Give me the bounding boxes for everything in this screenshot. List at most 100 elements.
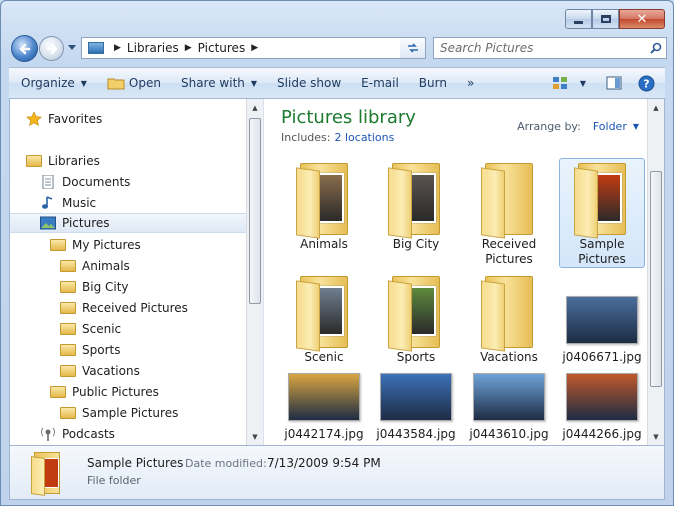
photo-thumbnail-icon (566, 272, 638, 350)
folder-item[interactable]: Big City (373, 159, 459, 252)
email-button[interactable]: E-mail (351, 68, 409, 98)
item-label: Sample Pictures (578, 237, 626, 266)
tree-item-podcasts[interactable]: Podcasts (40, 424, 115, 444)
pictures-icon (40, 216, 56, 230)
pictures-library-icon (88, 42, 104, 54)
folder-item[interactable]: Animals (281, 159, 367, 252)
back-button[interactable] (11, 35, 38, 62)
photo-item[interactable]: j0406671.jpg (559, 272, 645, 365)
burn-label: Burn (418, 76, 447, 90)
burn-button[interactable]: Burn (409, 68, 457, 98)
search-box (433, 37, 667, 59)
close-button[interactable]: ✕ (619, 9, 665, 29)
photo-item[interactable]: j0443610.jpg (466, 371, 552, 442)
search-input[interactable] (434, 41, 646, 55)
folder-item[interactable]: Sports (373, 272, 459, 365)
maximize-icon (600, 15, 611, 23)
folder-front (388, 280, 412, 352)
address-bar[interactable]: ▶ Libraries ▶ Pictures ▶ ▼ (81, 37, 426, 59)
folder-icon (50, 386, 66, 398)
arrange-by[interactable]: Arrange by: Folder ▼ (517, 120, 639, 133)
tree-label: Sample Pictures (82, 406, 179, 420)
item-label: j0443584.jpg (376, 427, 456, 441)
content-scroll-thumb[interactable] (650, 171, 662, 387)
tree-item-received-pictures[interactable]: Received Pictures (60, 298, 188, 318)
chevron-down-icon: ▼ (80, 78, 87, 88)
folder-item[interactable]: Sample Pictures (559, 158, 645, 268)
folder-item[interactable]: Vacations (466, 272, 552, 365)
search-icon[interactable] (646, 38, 666, 58)
libraries-icon (26, 155, 42, 167)
tree-item-sports[interactable]: Sports (60, 340, 120, 360)
tree-item-big-city[interactable]: Big City (60, 277, 129, 297)
recent-pages-dropdown-icon[interactable] (68, 45, 76, 51)
breadcrumb-separator-icon[interactable]: ▶ (185, 43, 192, 53)
photo-image (566, 373, 638, 421)
breadcrumb-separator-icon[interactable]: ▶ (114, 43, 121, 53)
item-label: j0406671.jpg (562, 350, 642, 364)
breadcrumb-libraries[interactable]: Libraries (127, 41, 179, 55)
maximize-button[interactable] (592, 9, 619, 29)
chevron-down-icon: ▼ (250, 78, 258, 88)
details-name: Sample Pictures (87, 456, 184, 470)
photo-image (288, 373, 360, 421)
details-type: File folder (87, 474, 141, 487)
change-view-button[interactable] (546, 68, 574, 98)
tree-item-favorites[interactable]: Favorites (26, 109, 102, 129)
tree-item-my-pictures[interactable]: My Pictures (50, 235, 141, 255)
folder-item[interactable]: Received Pictures (466, 159, 552, 267)
item-label: j0444266.jpg (562, 427, 642, 441)
open-button[interactable]: Open (97, 68, 171, 98)
preview-pane-button[interactable] (600, 68, 628, 98)
scroll-down-icon[interactable]: ▼ (247, 428, 263, 445)
photo-item[interactable]: j0444266.jpg (559, 371, 645, 442)
tree-label: Documents (62, 175, 131, 189)
photo-item[interactable]: j0442174.jpg (281, 371, 367, 442)
arrange-label: Arrange by: (517, 120, 581, 133)
tree-item-vacations[interactable]: Vacations (60, 361, 140, 381)
navigation-scrollbar[interactable]: ▲ ▼ (246, 99, 263, 445)
scroll-down-icon[interactable]: ▼ (648, 428, 664, 445)
tree-item-pictures[interactable]: Pictures (10, 213, 246, 233)
refresh-button[interactable] (400, 37, 426, 59)
folder-item[interactable]: Scenic (281, 272, 367, 365)
minimize-button[interactable] (565, 9, 592, 29)
scroll-up-icon[interactable]: ▲ (648, 99, 664, 116)
content-scrollbar[interactable]: ▲ ▼ (647, 99, 664, 445)
arrange-value[interactable]: Folder (593, 120, 627, 133)
folder-icon (570, 159, 634, 239)
tree-label: Sports (82, 343, 121, 357)
forward-button[interactable] (39, 36, 64, 61)
more-commands-button[interactable]: » (457, 68, 484, 98)
tree-item-animals[interactable]: Animals (60, 256, 130, 276)
folder-front (296, 280, 320, 352)
details-date-value: 7/13/2009 9:54 PM (267, 456, 381, 470)
caption-buttons: ✕ (565, 9, 665, 29)
content-pane: Pictures library Includes: 2 locations Ar… (269, 99, 647, 445)
breadcrumb-separator-icon[interactable]: ▶ (251, 43, 258, 53)
folder-icon (60, 323, 76, 335)
includes-locations-link[interactable]: 2 locations (334, 131, 394, 144)
tree-item-music[interactable]: Music (40, 193, 96, 213)
tree-item-documents[interactable]: Documents (40, 172, 130, 192)
view-options-dropdown[interactable]: ▼ (574, 68, 592, 98)
photo-item[interactable]: j0443584.jpg (373, 371, 459, 442)
tree-label: Favorites (48, 112, 103, 126)
item-label: j0443610.jpg (469, 427, 549, 441)
folder-front (481, 280, 505, 352)
breadcrumb-pictures[interactable]: Pictures (198, 41, 246, 55)
item-label: j0442174.jpg (284, 427, 364, 441)
slide-show-button[interactable]: Slide show (267, 68, 351, 98)
tree-item-scenic[interactable]: Scenic (60, 319, 121, 339)
tree-label: Scenic (82, 322, 122, 336)
tree-item-sample-pictures[interactable]: Sample Pictures (60, 403, 178, 423)
organize-button[interactable]: Organize ▼ (9, 68, 97, 98)
tree-item-libraries[interactable]: Libraries (26, 151, 100, 171)
tree-item-public-pictures[interactable]: Public Pictures (50, 382, 159, 402)
share-with-button[interactable]: Share with ▼ (171, 68, 267, 98)
folder-icon (60, 365, 76, 377)
tree-label: Received Pictures (82, 301, 188, 315)
help-button[interactable]: ? (632, 68, 661, 98)
navigation-scroll-thumb[interactable] (249, 118, 261, 304)
scroll-up-icon[interactable]: ▲ (247, 99, 263, 116)
